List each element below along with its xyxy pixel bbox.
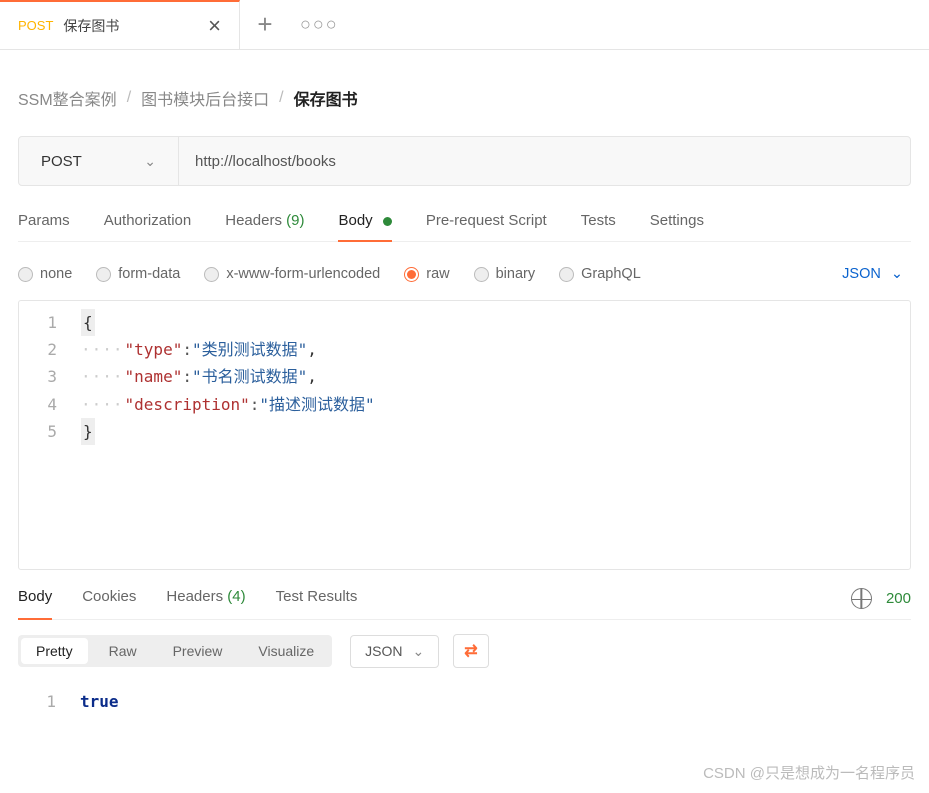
tab-params[interactable]: Params (18, 212, 70, 241)
resp-tab-headers[interactable]: Headers (4) (166, 588, 245, 609)
chevron-down-icon: ⌄ (144, 153, 156, 170)
tab-headers[interactable]: Headers (9) (225, 212, 304, 241)
url-bar: POST ⌄ (18, 136, 911, 186)
globe-icon[interactable] (851, 588, 872, 609)
watermark: CSDN @只是想成为一名程序员 (703, 762, 915, 783)
view-preview[interactable]: Preview (155, 635, 241, 667)
body-type-raw[interactable]: raw (404, 266, 449, 282)
tab-tests[interactable]: Tests (581, 212, 616, 241)
radio-icon (559, 267, 574, 282)
breadcrumb: SSM整合案例 / 图书模块后台接口 / 保存图书 (18, 86, 911, 110)
response-format-select[interactable]: JSON ⌄ (350, 635, 439, 668)
json-key: "type" (125, 336, 183, 363)
more-tabs-icon[interactable]: ○○○ (290, 14, 349, 35)
status-code: 200 (886, 590, 911, 607)
chevron-down-icon: ⌄ (413, 643, 425, 660)
response-tabs: Body Cookies Headers (4) Test Results 20… (18, 588, 911, 620)
tab-body-label: Body (338, 212, 372, 229)
body-type-row: none form-data x-www-form-urlencoded raw… (18, 256, 911, 300)
resp-tab-cookies[interactable]: Cookies (82, 588, 136, 609)
response-body-editor[interactable]: 1 true (18, 682, 911, 715)
brace-close: } (81, 418, 95, 445)
body-type-formdata[interactable]: form-data (96, 266, 180, 282)
tab-headers-label: Headers (225, 212, 282, 229)
unsaved-dot-icon (383, 217, 392, 226)
response-view-row: Pretty Raw Preview Visualize JSON ⌄ ⇄ (18, 620, 911, 682)
breadcrumb-sep: / (279, 89, 283, 107)
request-body-editor[interactable]: 1{ 2····"type":"类别测试数据", 3····"name":"书名… (18, 300, 911, 570)
request-tab[interactable]: POST 保存图书 × (0, 0, 240, 49)
line-number: 2 (27, 336, 57, 363)
body-type-label: none (40, 266, 72, 282)
headers-count: (9) (286, 212, 304, 229)
request-tabs: Params Authorization Headers (9) Body Pr… (18, 212, 911, 242)
body-type-label: x-www-form-urlencoded (226, 266, 380, 282)
json-key: "name" (125, 363, 183, 390)
view-pretty[interactable]: Pretty (21, 638, 88, 664)
response-meta: 200 (851, 588, 911, 609)
method-select[interactable]: POST ⌄ (19, 137, 179, 185)
brace-open: { (81, 309, 95, 336)
breadcrumb-current: 保存图书 (294, 86, 358, 110)
tab-title: 保存图书 (63, 16, 198, 36)
breadcrumb-item[interactable]: SSM整合案例 (18, 86, 117, 110)
resp-tab-body[interactable]: Body (18, 588, 52, 609)
tab-body[interactable]: Body (338, 212, 391, 241)
json-colon: : (182, 336, 192, 363)
tab-method-label: POST (18, 18, 53, 33)
body-type-xwww[interactable]: x-www-form-urlencoded (204, 266, 380, 282)
breadcrumb-sep: / (127, 89, 131, 107)
json-string: "书名测试数据" (192, 363, 307, 390)
json-key: "description" (125, 391, 250, 418)
resp-headers-count: (4) (227, 588, 245, 605)
raw-format-value: JSON (842, 266, 881, 282)
indent-guide: ···· (81, 336, 124, 363)
line-number: 3 (27, 363, 57, 390)
line-number: 4 (27, 391, 57, 418)
wrap-lines-button[interactable]: ⇄ (453, 634, 488, 668)
url-input[interactable] (179, 137, 910, 185)
tab-authorization[interactable]: Authorization (104, 212, 192, 241)
line-number: 5 (27, 418, 57, 445)
breadcrumb-item[interactable]: 图书模块后台接口 (141, 86, 269, 110)
json-string: "描述测试数据" (259, 391, 374, 418)
wrap-icon: ⇄ (464, 643, 477, 660)
tab-settings[interactable]: Settings (650, 212, 704, 241)
new-tab-button[interactable]: + (240, 9, 290, 40)
line-number: 1 (26, 688, 56, 715)
body-type-label: binary (496, 266, 536, 282)
line-number: 1 (27, 309, 57, 336)
body-type-label: GraphQL (581, 266, 641, 282)
indent-guide: ···· (81, 363, 124, 390)
radio-icon (96, 267, 111, 282)
resp-headers-label: Headers (166, 588, 223, 605)
json-string: "类别测试数据" (192, 336, 307, 363)
resp-tab-testresults[interactable]: Test Results (276, 588, 358, 609)
radio-icon (204, 267, 219, 282)
tab-prerequest-script[interactable]: Pre-request Script (426, 212, 547, 241)
radio-icon (18, 267, 33, 282)
body-type-graphql[interactable]: GraphQL (559, 266, 641, 282)
tab-strip: POST 保存图书 × + ○○○ (0, 0, 929, 50)
body-type-none[interactable]: none (18, 266, 72, 282)
view-raw[interactable]: Raw (91, 635, 155, 667)
view-visualize[interactable]: Visualize (240, 635, 332, 667)
view-mode-segment: Pretty Raw Preview Visualize (18, 635, 332, 667)
json-colon: : (182, 363, 192, 390)
body-type-label: raw (426, 266, 449, 282)
method-value: POST (41, 153, 82, 170)
radio-icon (474, 267, 489, 282)
radio-icon (404, 267, 419, 282)
raw-format-select[interactable]: JSON ⌄ (842, 266, 911, 282)
json-colon: : (250, 391, 260, 418)
body-type-label: form-data (118, 266, 180, 282)
comma: , (307, 363, 317, 390)
chevron-down-icon: ⌄ (891, 266, 903, 282)
indent-guide: ···· (81, 391, 124, 418)
body-type-binary[interactable]: binary (474, 266, 536, 282)
close-icon[interactable]: × (208, 13, 221, 39)
json-boolean: true (80, 688, 119, 715)
comma: , (307, 336, 317, 363)
response-format-value: JSON (365, 643, 402, 659)
